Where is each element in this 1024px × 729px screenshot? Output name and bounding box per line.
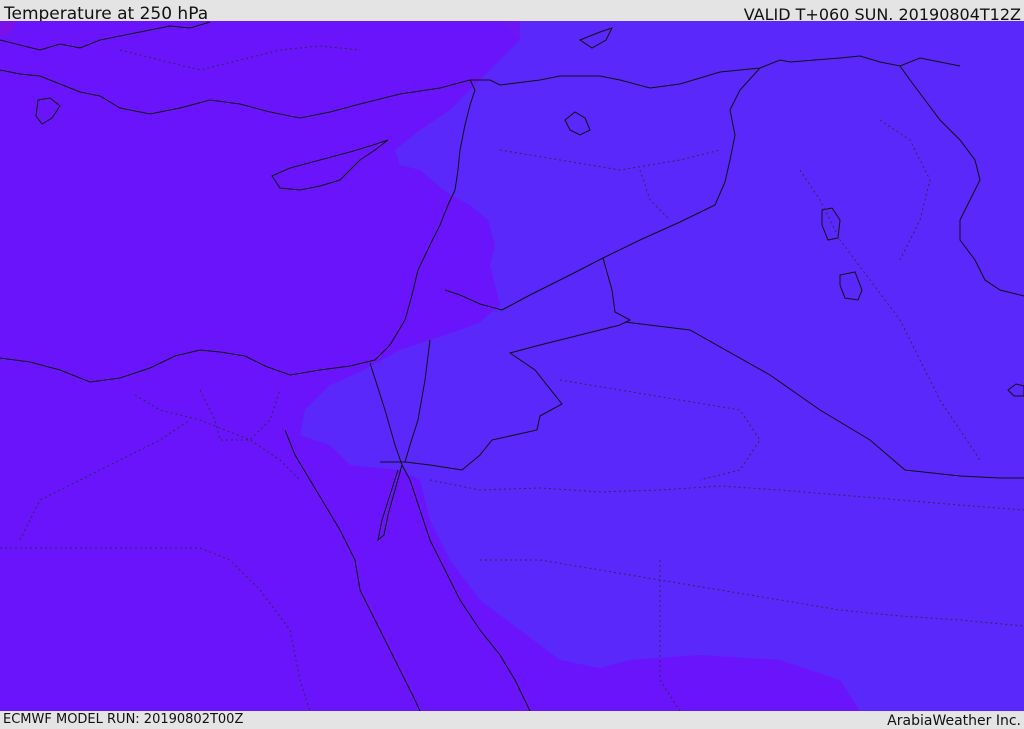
credit-label: ArabiaWeather Inc. <box>887 713 1021 729</box>
model-run-label: ECMWF MODEL RUN: 20190802T00Z <box>3 712 244 727</box>
temperature-map <box>0 21 1024 711</box>
